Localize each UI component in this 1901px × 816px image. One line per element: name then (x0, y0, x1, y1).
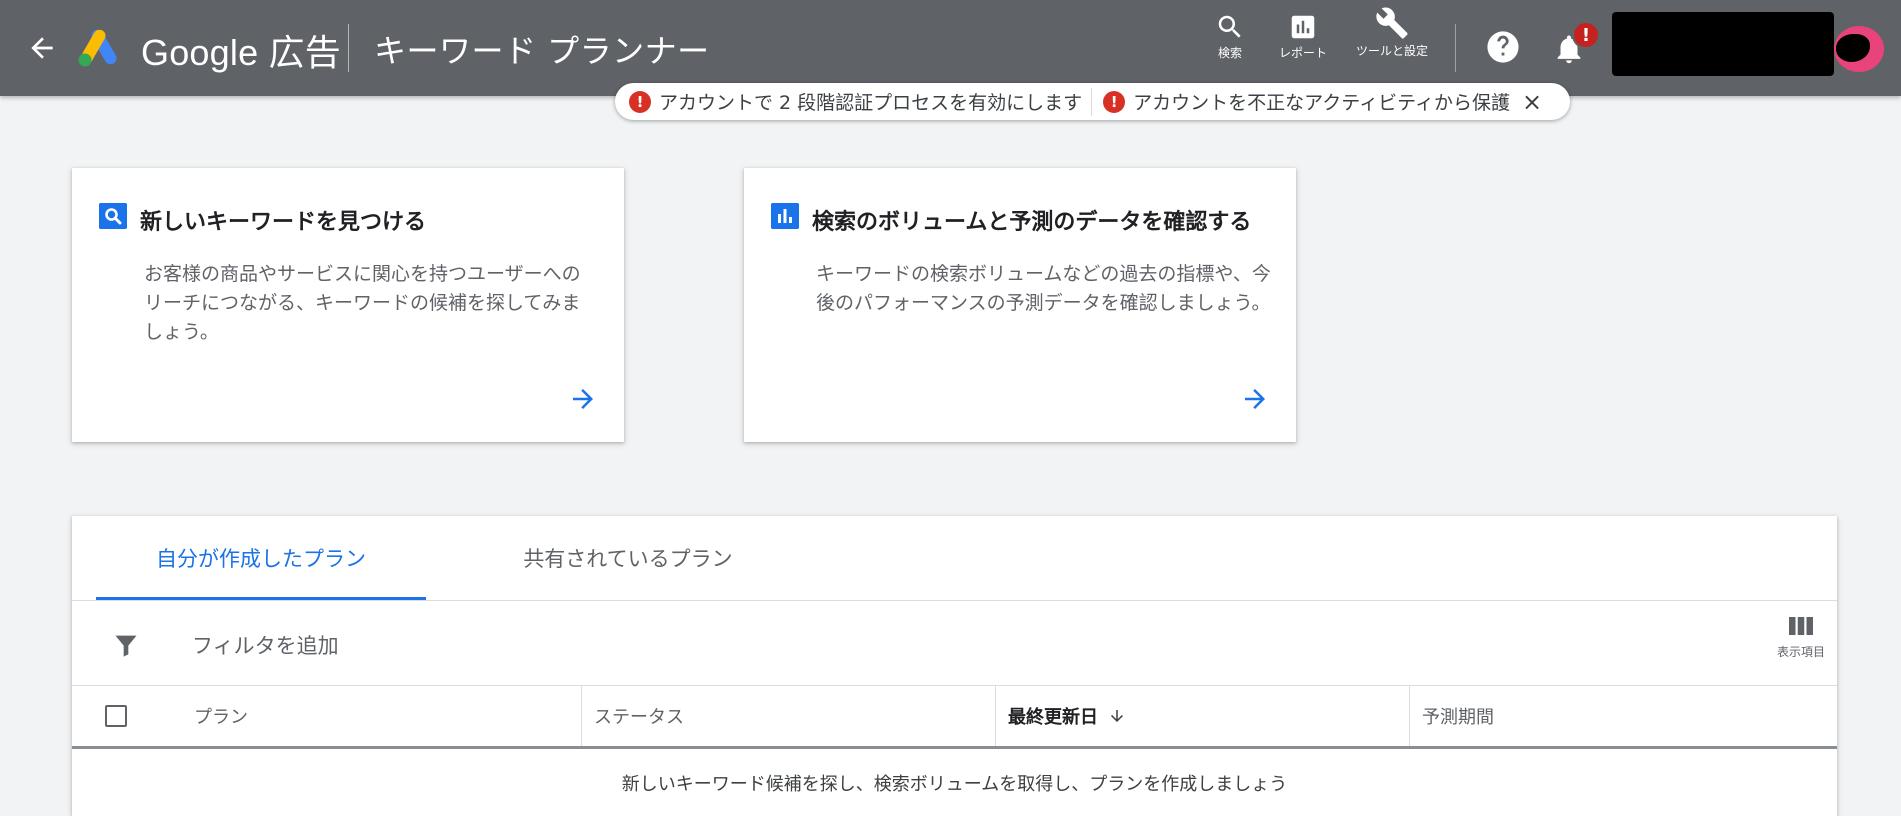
search-icon (1218, 15, 1241, 38)
column-header-label: 最終更新日 (1008, 707, 1098, 728)
select-all-cell (72, 686, 160, 746)
table-header-divider (72, 746, 1837, 749)
filter-icon[interactable] (112, 631, 140, 659)
help-icon[interactable] (1486, 30, 1520, 64)
arrow-right-icon[interactable] (568, 384, 598, 414)
notification-badge: ! (1572, 21, 1600, 49)
columns-label: 表示項目 (1776, 645, 1825, 659)
account-info[interactable] (1612, 12, 1834, 76)
card-description: お客様の商品やサービスに関心を持つユーザーへのリーチにつながる、キーワードの候補… (144, 263, 581, 343)
columns-button[interactable]: 表示項目 (1777, 615, 1825, 660)
column-header-plan[interactable]: プラン (170, 686, 580, 746)
notification-text: アカウントを不正なアクティビティから保護 (1133, 92, 1510, 114)
notification-text: アカウントで 2 段階認証プロセスを有効にします (659, 92, 1083, 114)
avatar[interactable] (1834, 26, 1884, 72)
plans-panel: 自分が作成したプラン 共有されているプラン フィルタを追加 表示項目 プラン ス… (72, 516, 1837, 816)
search-icon (99, 203, 127, 229)
columns-icon (1788, 617, 1813, 635)
empty-state-message: 新しいキーワード候補を探し、検索ボリュームを取得し、プランを作成しましょう (621, 774, 1288, 795)
plans-table-header: プラン ステータス 最終更新日 予測期間 (72, 686, 1837, 746)
security-notification-bar: ! アカウントで 2 段階認証プロセスを有効にします ! アカウントを不正なアク… (615, 83, 1570, 120)
tools-settings-label: ツールと設定 (1356, 44, 1429, 58)
card-title: 新しいキーワードを見つける (140, 210, 427, 235)
top-app-bar: Google 広告 キーワード プランナー 検索 レポート ツールと設定 ! (0, 0, 1901, 96)
filter-bar: フィルタを追加 表示項目 (72, 601, 1837, 685)
reports-button[interactable]: レポート (1272, 12, 1334, 60)
sort-descending-icon (1111, 710, 1123, 722)
toolbar-divider (1455, 24, 1456, 72)
page-title: キーワード プランナー (374, 32, 710, 70)
select-all-checkbox[interactable] (105, 705, 127, 727)
column-header-last-updated[interactable]: 最終更新日 (995, 686, 1409, 746)
google-ads-logo-icon[interactable] (76, 26, 122, 68)
reports-icon (1291, 15, 1315, 39)
search-button[interactable]: 検索 (1208, 12, 1252, 60)
close-icon[interactable]: × (1522, 90, 1542, 114)
arrow-right-icon[interactable] (1240, 384, 1270, 414)
alert-icon: ! (1103, 90, 1126, 113)
brand-name: Google 広告 (141, 32, 341, 73)
column-header-status[interactable]: ステータス (581, 686, 995, 746)
card-description: キーワードの検索ボリュームなどの過去の指標や、今後のパフォーマンスの予測データを… (816, 263, 1271, 314)
card-title: 検索のボリュームと予測のデータを確認する (812, 210, 1252, 235)
reports-label: レポート (1278, 46, 1327, 60)
notification-protect-account[interactable]: ! アカウントを不正なアクティビティから保護 (1103, 88, 1510, 115)
search-label: 検索 (1217, 46, 1242, 60)
back-arrow-icon[interactable] (26, 32, 58, 64)
discover-keywords-card[interactable]: 新しいキーワードを見つける お客様の商品やサービスに関心を持つユーザーへのリーチ… (72, 168, 624, 442)
search-volume-forecast-card[interactable]: 検索のボリュームと予測のデータを確認する キーワードの検索ボリュームなどの過去の… (744, 168, 1296, 442)
column-header-forecast-period[interactable]: 予測期間 (1409, 686, 1837, 746)
bar-chart-icon (771, 203, 799, 229)
tab-shared-plans[interactable]: 共有されているプラン (476, 516, 780, 600)
wrench-icon (1376, 7, 1408, 39)
tools-settings-button[interactable]: ツールと設定 (1352, 6, 1432, 59)
add-filter-button[interactable]: フィルタを追加 (192, 630, 339, 660)
notification-divider (1091, 87, 1093, 116)
notification-two-step[interactable]: ! アカウントで 2 段階認証プロセスを有効にします (629, 88, 1082, 115)
alert-icon: ! (629, 90, 651, 113)
avatar-redaction (1836, 34, 1870, 62)
tab-my-plans[interactable]: 自分が作成したプラン (96, 516, 426, 600)
brand-divider (348, 24, 349, 72)
